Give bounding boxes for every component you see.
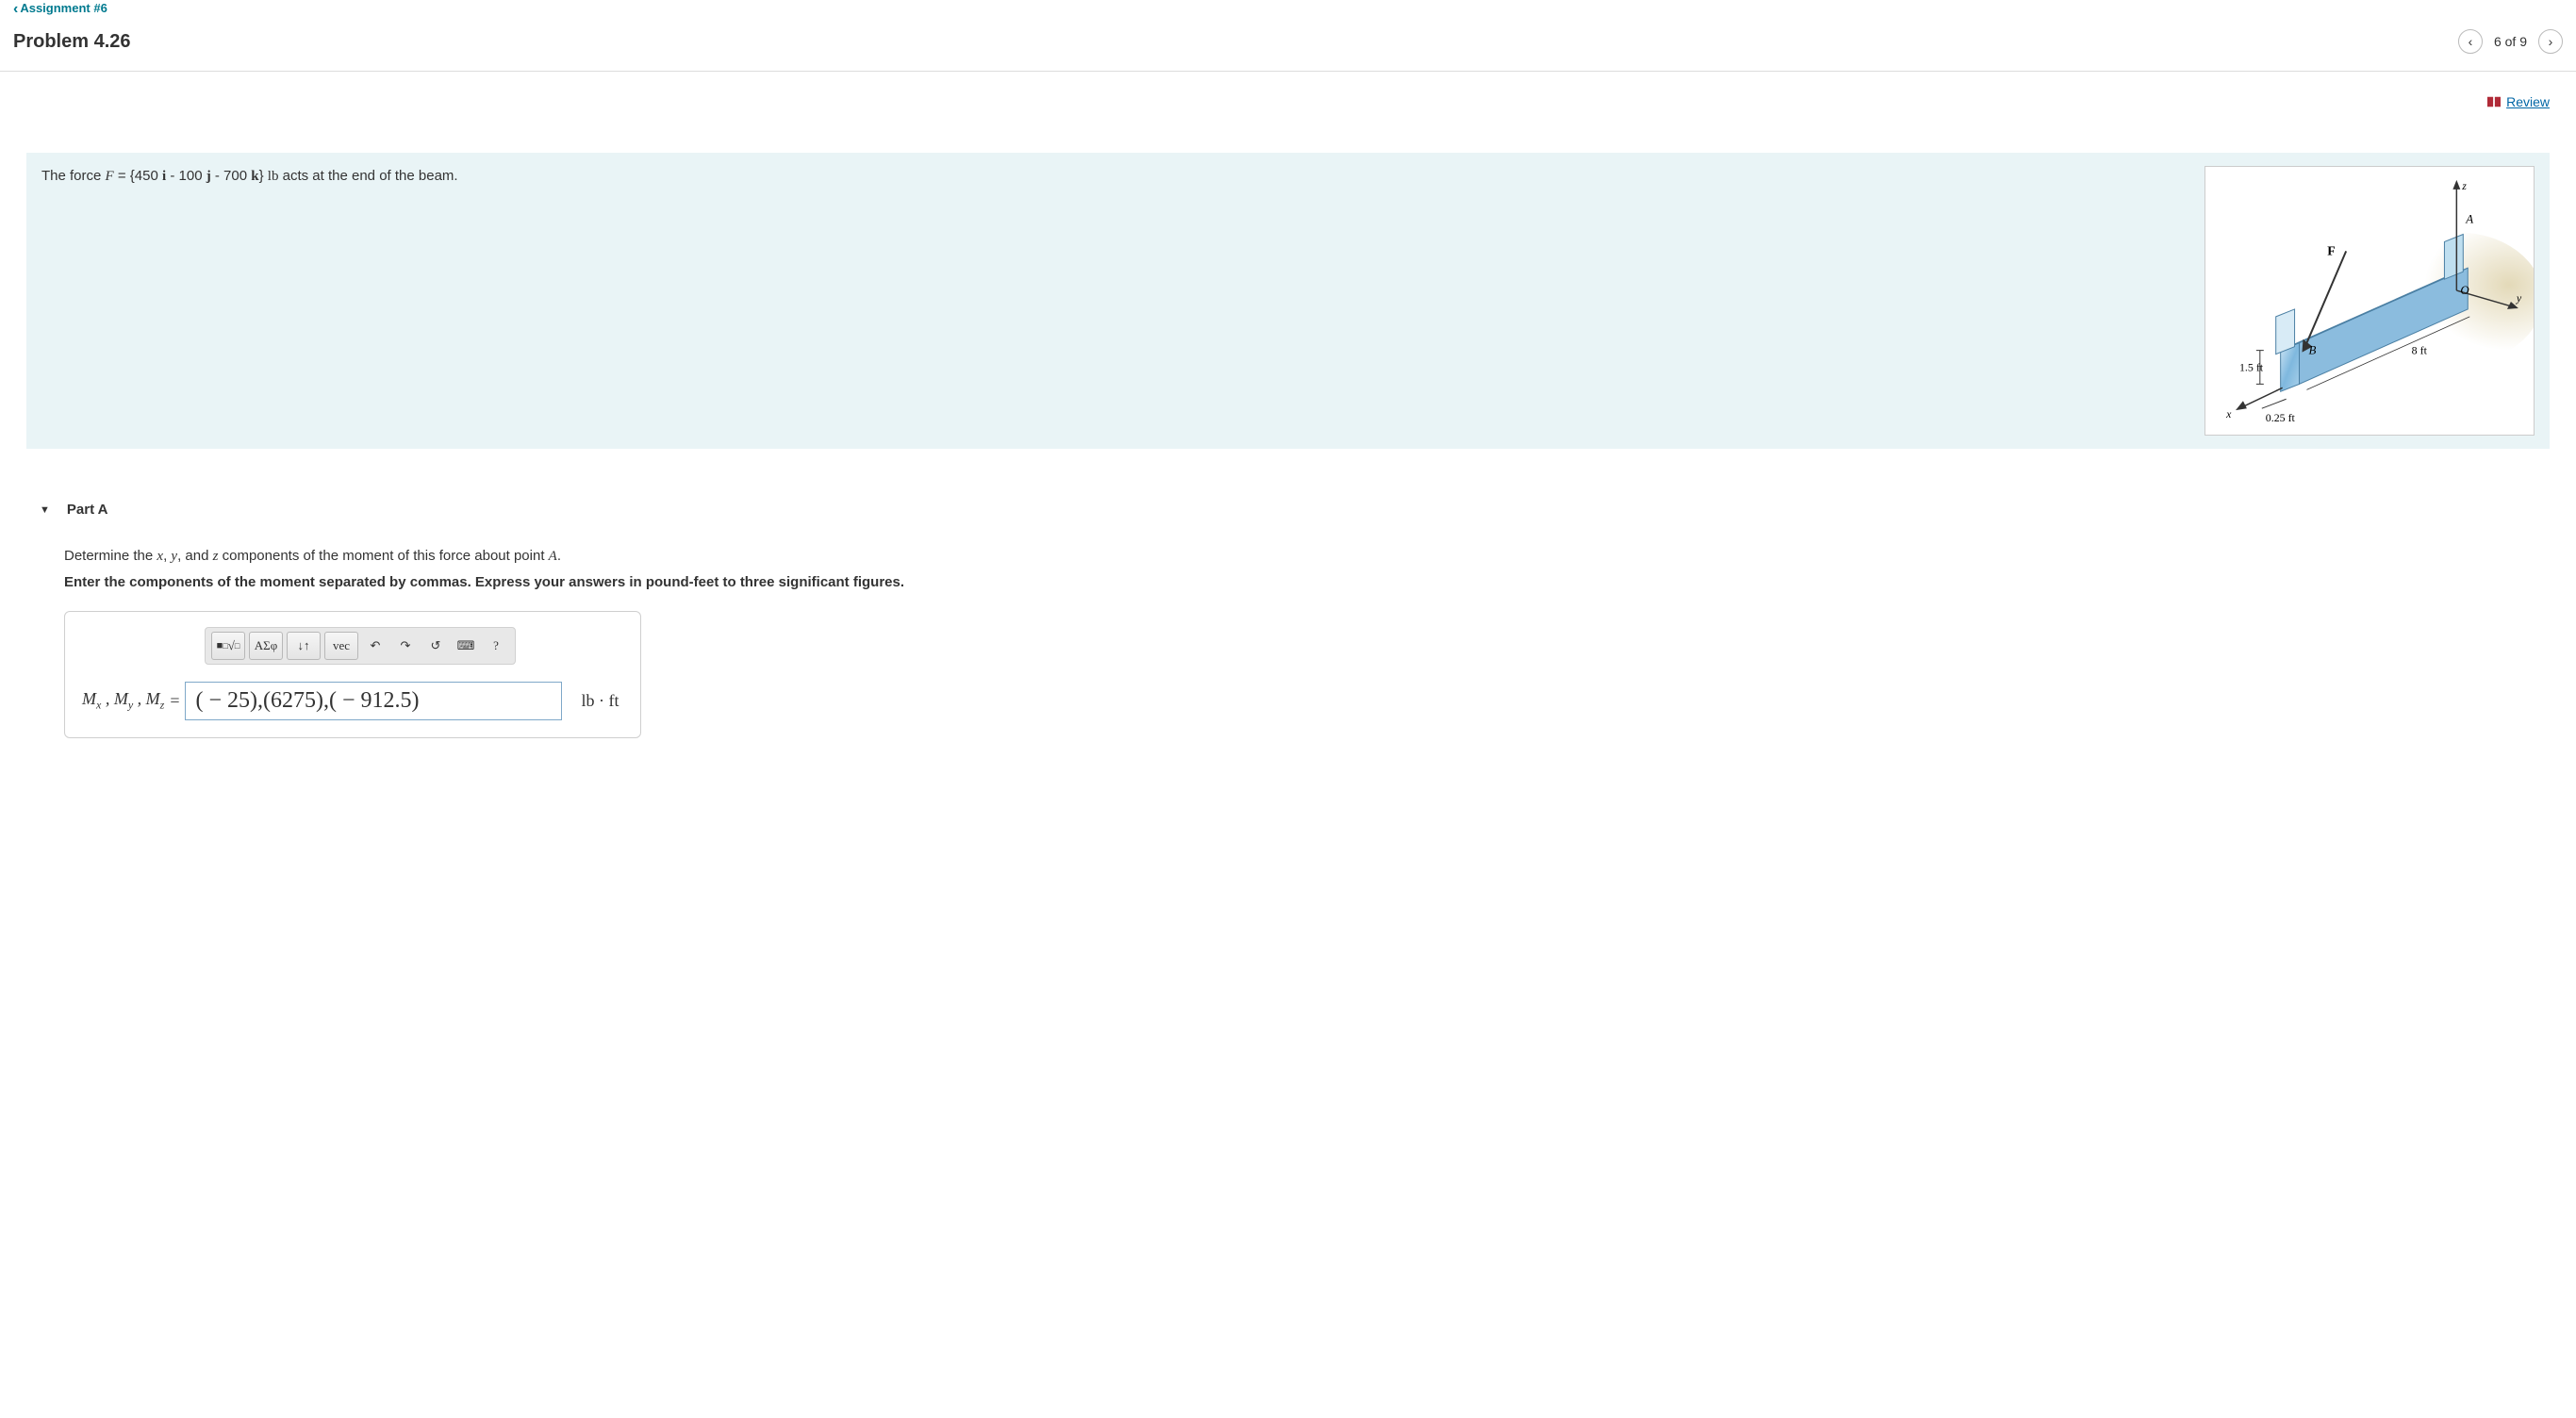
answer-row: Mx , My , Mz = ( − 25),(6275),( − 912.5)… <box>82 682 623 720</box>
review-link[interactable]: Review <box>2487 94 2550 109</box>
reset-button[interactable]: ↺ <box>422 632 449 660</box>
help-button[interactable]: ? <box>483 632 509 660</box>
force-label: F <box>2327 244 2336 258</box>
problem-title: Problem 4.26 <box>13 31 2458 53</box>
nav-counter: 6 of 9 <box>2494 34 2527 49</box>
answer-units: lb · ft <box>581 691 619 711</box>
templates-button[interactable]: ■□√□ <box>211 632 245 660</box>
redo-button[interactable]: ↷ <box>392 632 419 660</box>
point-o-label: O <box>2460 284 2469 297</box>
caret-down-icon: ▼ <box>40 504 50 516</box>
axis-z-label: z <box>2461 179 2467 192</box>
undo-button[interactable]: ↶ <box>362 632 388 660</box>
answer-lhs: Mx , My , Mz <box>82 689 164 713</box>
subsup-button[interactable]: ↓↑ <box>287 632 321 660</box>
point-b-label: B <box>2308 344 2316 357</box>
part-a-header[interactable]: ▼ Part A <box>26 494 2550 533</box>
instruction-text: Enter the components of the moment separ… <box>64 574 2512 590</box>
prev-button[interactable]: ‹ <box>2458 29 2483 54</box>
problem-statement: The force F = {450 i - 100 j - 700 k} lb… <box>26 153 2550 449</box>
review-label: Review <box>2506 94 2550 109</box>
part-a-label: Part A <box>67 502 108 518</box>
point-a-label: A <box>2465 213 2473 226</box>
part-a-panel: ▼ Part A Determine the x, y, and z compo… <box>26 494 2550 738</box>
problem-header: Problem 4.26 ‹ 6 of 9 › <box>0 25 2576 72</box>
answer-panel: ■□√□ ΑΣφ ↓↑ vec ↶ ↷ ↺ ⌨ ? Mx , My , Mz =… <box>64 611 641 738</box>
greek-button[interactable]: ΑΣφ <box>249 632 283 660</box>
dim-length: 8 ft <box>2412 344 2428 357</box>
back-link[interactable]: Assignment #6 <box>0 1 107 25</box>
problem-figure: z y x F A O B 1.5 ft 0.25 ft 8 ft <box>2204 166 2535 436</box>
axis-y-label: y <box>2516 291 2522 305</box>
next-button[interactable]: › <box>2538 29 2563 54</box>
vec-button[interactable]: vec <box>324 632 358 660</box>
axis-x-label: x <box>2225 407 2232 420</box>
problem-text: The force F = {450 i - 100 j - 700 k} lb… <box>41 166 2186 436</box>
question-text: Determine the x, y, and z components of … <box>64 548 2512 565</box>
equation-toolbar: ■□√□ ΑΣφ ↓↑ vec ↶ ↷ ↺ ⌨ ? <box>205 627 516 665</box>
dim-height: 1.5 ft <box>2239 360 2264 373</box>
keyboard-button[interactable]: ⌨ <box>453 632 479 660</box>
equals-sign: = <box>170 691 179 711</box>
dim-width: 0.25 ft <box>2266 411 2296 424</box>
book-icon <box>2487 96 2501 107</box>
answer-input[interactable]: ( − 25),(6275),( − 912.5) <box>185 682 562 720</box>
